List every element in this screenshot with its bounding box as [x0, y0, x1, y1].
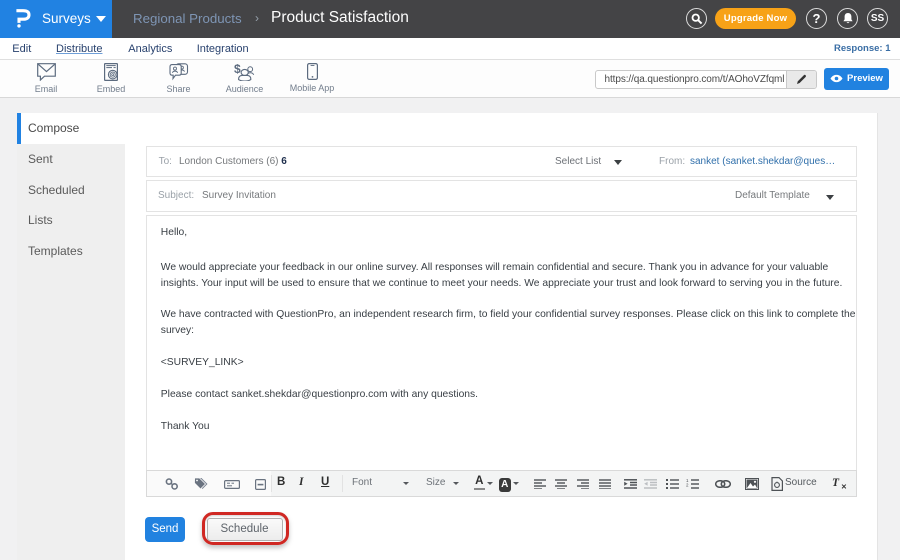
svg-text:$: $: [234, 63, 241, 76]
svg-text:2: 2: [686, 483, 689, 488]
